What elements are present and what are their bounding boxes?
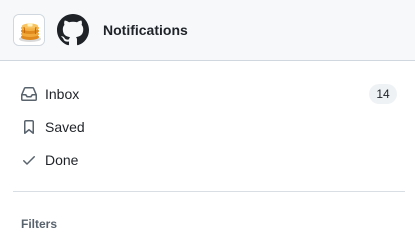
nav-item-inbox[interactable]: Inbox 14 — [13, 78, 405, 110]
nav-item-label: Inbox — [45, 86, 80, 102]
unread-count-badge: 14 — [369, 84, 397, 104]
nav-item-label: Done — [45, 152, 79, 168]
inbox-icon — [21, 87, 37, 101]
nav-item-label: Saved — [45, 119, 85, 135]
github-mark-icon[interactable] — [57, 14, 89, 46]
avatar[interactable] — [13, 14, 45, 46]
pancakes-avatar-icon — [14, 15, 44, 45]
nav-item-saved[interactable]: Saved — [13, 111, 405, 143]
page-title: Notifications — [103, 22, 188, 38]
check-icon — [23, 156, 35, 165]
nav-item-done[interactable]: Done — [13, 144, 405, 176]
app-header: Notifications — [0, 0, 415, 61]
divider — [13, 191, 405, 192]
bookmark-icon — [24, 120, 34, 135]
filters-heading: Filters — [21, 217, 58, 231]
